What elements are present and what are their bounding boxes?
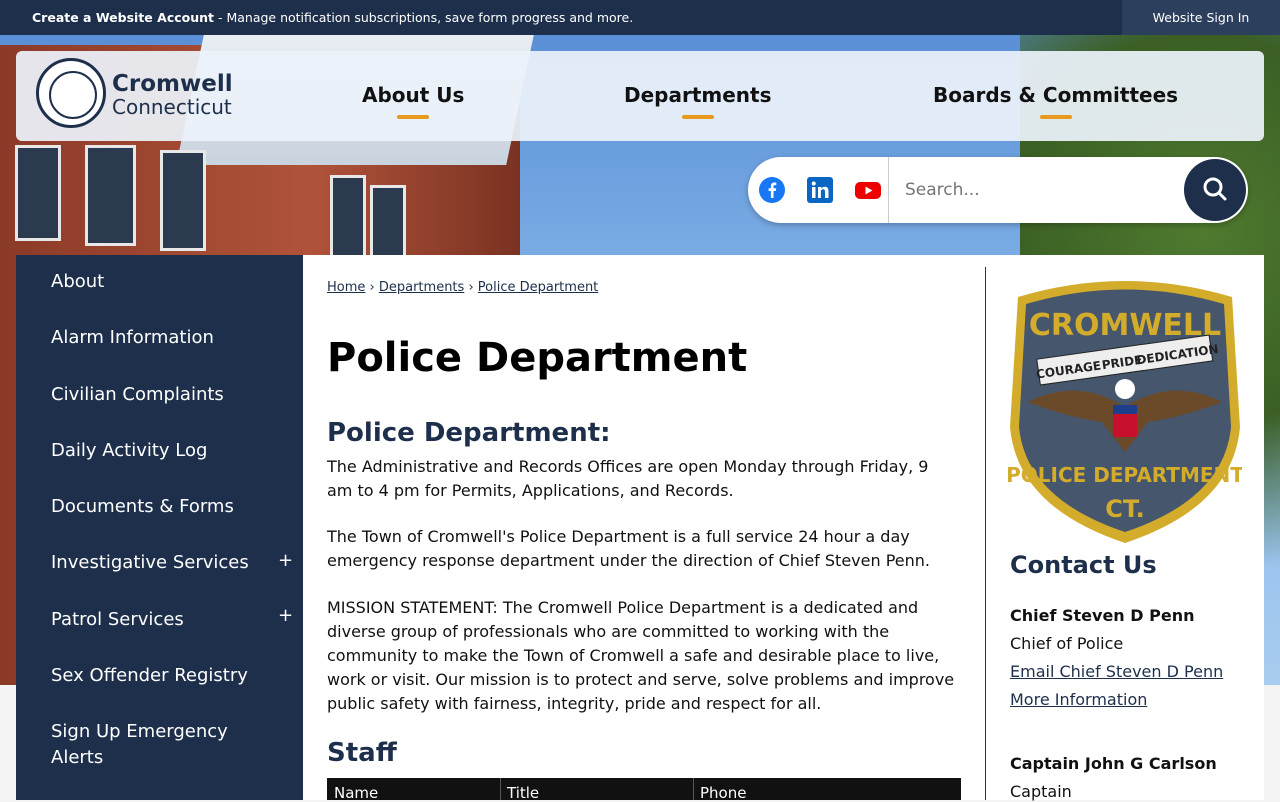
main-navigation: Cromwell Connecticut About Us Department…	[16, 51, 1264, 141]
logo-title[interactable]: Cromwell	[112, 71, 233, 97]
utility-bar: Create a Website Account - Manage notifi…	[0, 0, 1280, 35]
badge-bottom-text: POLICE DEPARTMENT	[1008, 463, 1242, 487]
create-account-strong[interactable]: Create a Website Account	[32, 10, 214, 25]
badge-state-text: CT.	[1105, 495, 1144, 523]
sidebar-item-documents-forms[interactable]: Documents & Forms	[51, 494, 261, 520]
social-search-bar	[748, 157, 1248, 223]
sidebar-item-patrol-services[interactable]: Patrol Services	[51, 607, 261, 633]
nav-boards-label[interactable]: Boards & Committees	[933, 83, 1178, 107]
search-icon	[1203, 177, 1227, 200]
nav-underline	[681, 115, 714, 119]
contact-title: Captain	[1010, 782, 1072, 801]
column-header-name: Name	[334, 784, 379, 802]
contact-more-info-link[interactable]: More Information	[1010, 690, 1147, 709]
sidebar-nav: About Alarm Information Civilian Complai…	[16, 255, 303, 800]
column-divider	[693, 778, 694, 800]
sidebar-item-sex-offender-registry[interactable]: Sex Offender Registry	[51, 663, 261, 689]
hero-window	[85, 145, 136, 246]
breadcrumb: Home › Departments › Police Department	[327, 280, 599, 295]
hero-window	[15, 145, 61, 241]
sidebar-item-sign-up-emergency-alerts[interactable]: Sign Up Emergency Alerts	[51, 719, 261, 771]
staff-heading: Staff	[327, 738, 397, 768]
column-divider-line	[985, 267, 986, 800]
expand-plus-icon[interactable]: +	[278, 605, 293, 626]
nav-about-us[interactable]: About Us	[362, 83, 464, 119]
department-description-paragraph: The Town of Cromwell's Police Department…	[327, 527, 930, 570]
contact-name: Captain John G Carlson	[1010, 754, 1217, 773]
sidebar-item-civilian-complaints[interactable]: Civilian Complaints	[51, 382, 261, 408]
youtube-icon[interactable]	[854, 176, 882, 204]
sidebar-item-daily-activity-log[interactable]: Daily Activity Log	[51, 438, 261, 464]
nav-boards-committees[interactable]: Boards & Committees	[933, 83, 1178, 119]
main-content: Home › Departments › Police Department P…	[303, 255, 1264, 802]
page-title: Police Department	[327, 335, 748, 381]
search-button[interactable]	[1184, 159, 1246, 221]
breadcrumb-home[interactable]: Home	[327, 280, 365, 295]
create-account-desc: - Manage notification subscriptions, sav…	[214, 10, 634, 25]
sidebar-item-about[interactable]: About	[51, 269, 261, 295]
town-seal-logo[interactable]	[36, 58, 106, 128]
linkedin-icon[interactable]	[806, 176, 834, 204]
breadcrumb-departments[interactable]: Departments	[379, 280, 464, 295]
contact-title: Chief of Police	[1010, 634, 1124, 653]
sidebar-item-investigative-services[interactable]: Investigative Services	[51, 550, 261, 576]
mission-statement-paragraph: MISSION STATEMENT: The Cromwell Police D…	[327, 598, 955, 713]
nav-departments[interactable]: Departments	[624, 83, 772, 119]
facebook-icon[interactable]	[758, 176, 786, 204]
staff-table-header: Name Title Phone	[327, 778, 961, 802]
search-input[interactable]	[888, 157, 1188, 223]
column-header-title: Title	[507, 784, 540, 802]
office-hours-paragraph: The Administrative and Records Offices a…	[327, 457, 929, 500]
expand-plus-icon[interactable]: +	[278, 550, 293, 571]
nav-underline	[397, 115, 430, 119]
nav-about-us-label[interactable]: About Us	[362, 83, 464, 107]
police-badge-image: CROMWELL COURAGE PRIDE DEDICATION POLICE…	[1008, 281, 1242, 543]
logo-subtitle[interactable]: Connecticut	[112, 95, 232, 119]
website-sign-in-button[interactable]: Website Sign In	[1122, 0, 1280, 35]
column-divider	[500, 778, 501, 800]
breadcrumb-police-department[interactable]: Police Department	[478, 280, 599, 295]
column-header-phone: Phone	[700, 784, 747, 802]
contact-email-link[interactable]: Email Chief Steven D Penn	[1010, 662, 1223, 681]
contact-name: Chief Steven D Penn	[1010, 606, 1195, 625]
nav-departments-label[interactable]: Departments	[624, 83, 772, 107]
sidebar-item-alarm-information[interactable]: Alarm Information	[51, 325, 261, 351]
hero-window	[160, 150, 206, 251]
create-account-link[interactable]: Create a Website Account - Manage notifi…	[32, 10, 633, 25]
contact-us-heading: Contact Us	[1010, 551, 1157, 579]
nav-underline	[1039, 115, 1072, 119]
section-heading: Police Department:	[327, 418, 611, 448]
